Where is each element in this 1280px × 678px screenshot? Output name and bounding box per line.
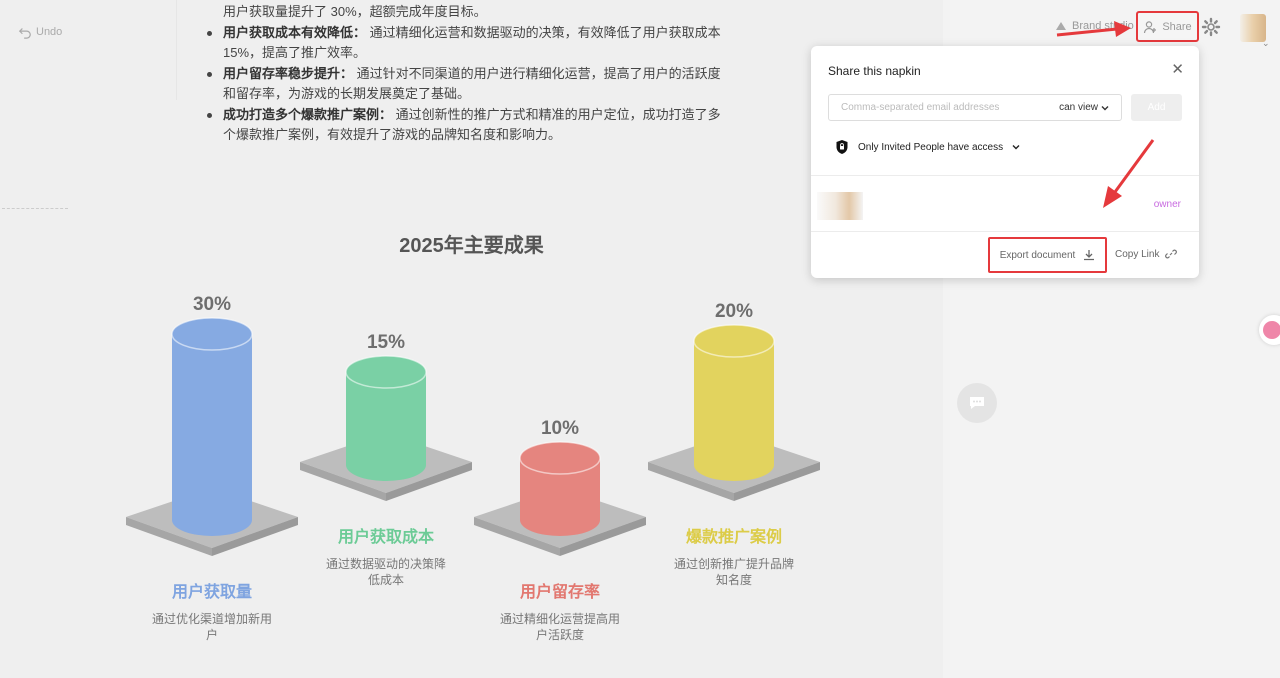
add-button[interactable]: Add [1131,94,1182,121]
bar [694,341,774,481]
category-description: 通过数据驱动的决策降 [326,556,446,571]
category-description: 通过精细化运营提高用 [500,611,620,626]
category-description: 户 [206,627,218,642]
add-person-icon [1144,20,1157,33]
bar-top [345,355,427,389]
share-modal: Share this napkin ✕ can view Add Only In… [811,46,1199,278]
category-label: 用户获取量 [172,582,252,601]
member-role[interactable]: owner [1154,199,1181,210]
permission-value: can view [1059,102,1098,113]
link-icon [1165,249,1178,259]
user-avatar[interactable]: ⌄ [1234,12,1274,48]
divider [811,175,1199,176]
category-description: 知名度 [716,572,752,587]
brand-icon [1056,22,1066,30]
bar-top [519,441,601,475]
copy-link-button[interactable]: Copy Link [1115,248,1178,260]
share-button[interactable]: Share [1136,11,1199,42]
permission-dropdown[interactable]: can view [1059,102,1109,113]
bar [172,334,252,536]
brand-label: Brand studio [1072,20,1134,32]
email-field-wrapper: can view [828,94,1122,121]
gear-icon[interactable] [1201,17,1221,37]
data-label: 10% [541,418,579,439]
category-label: 用户获取成本 [338,527,434,546]
export-label: Export document [999,249,1076,261]
bar-top [171,317,253,351]
brand-studio-button[interactable]: Brand studio [1054,19,1134,33]
avatar [817,192,863,220]
undo-label: Undo [36,26,63,38]
copy-link-label: Copy Link [1115,248,1160,260]
member-row: owner [811,192,1199,222]
divider [811,231,1199,232]
document-canvas: 用户获取量提升了 30%，超额完成年度目标。 用户获取成本有效降低： 通过精细化运… [0,0,943,678]
bar-top [693,324,775,358]
data-label: 30% [193,294,231,315]
download-icon [1084,250,1095,261]
category-description: 通过创新推广提升品牌 [674,556,794,571]
access-dropdown[interactable]: Only Invited People have access [835,139,1020,155]
chevron-down-icon [1012,145,1020,150]
category-description: 通过优化渠道增加新用 [152,611,272,626]
data-label: 15% [367,332,405,353]
lock-icon [836,140,848,154]
close-icon[interactable]: ✕ [1171,60,1184,78]
assistant-icon [1263,321,1280,339]
access-label: Only Invited People have access [858,141,1004,153]
category-label: 用户留存率 [520,582,600,601]
chevron-down-icon: ⌄ [1262,38,1270,48]
share-label: Share [1162,20,1192,33]
divider [2,208,68,209]
data-label: 20% [715,301,753,322]
export-document-button[interactable]: Export document [988,237,1107,273]
email-field[interactable] [841,102,1021,113]
category-description: 低成本 [368,573,404,587]
chat-icon [970,397,984,409]
category-description: 户活跃度 [536,627,584,642]
comment-button[interactable] [957,383,997,423]
category-label: 爆款推广案例 [686,527,782,546]
modal-title: Share this napkin [828,64,921,78]
undo-icon [18,28,31,39]
undo-button[interactable]: Undo [18,25,62,39]
chevron-down-icon [1101,105,1109,110]
achievement-chart: 30% 用户获取量通过优化渠道增加新用户 15% 用户获取成本通过数据驱动的决策降低成… [126,294,820,642]
left-rail: Undo [0,0,130,678]
